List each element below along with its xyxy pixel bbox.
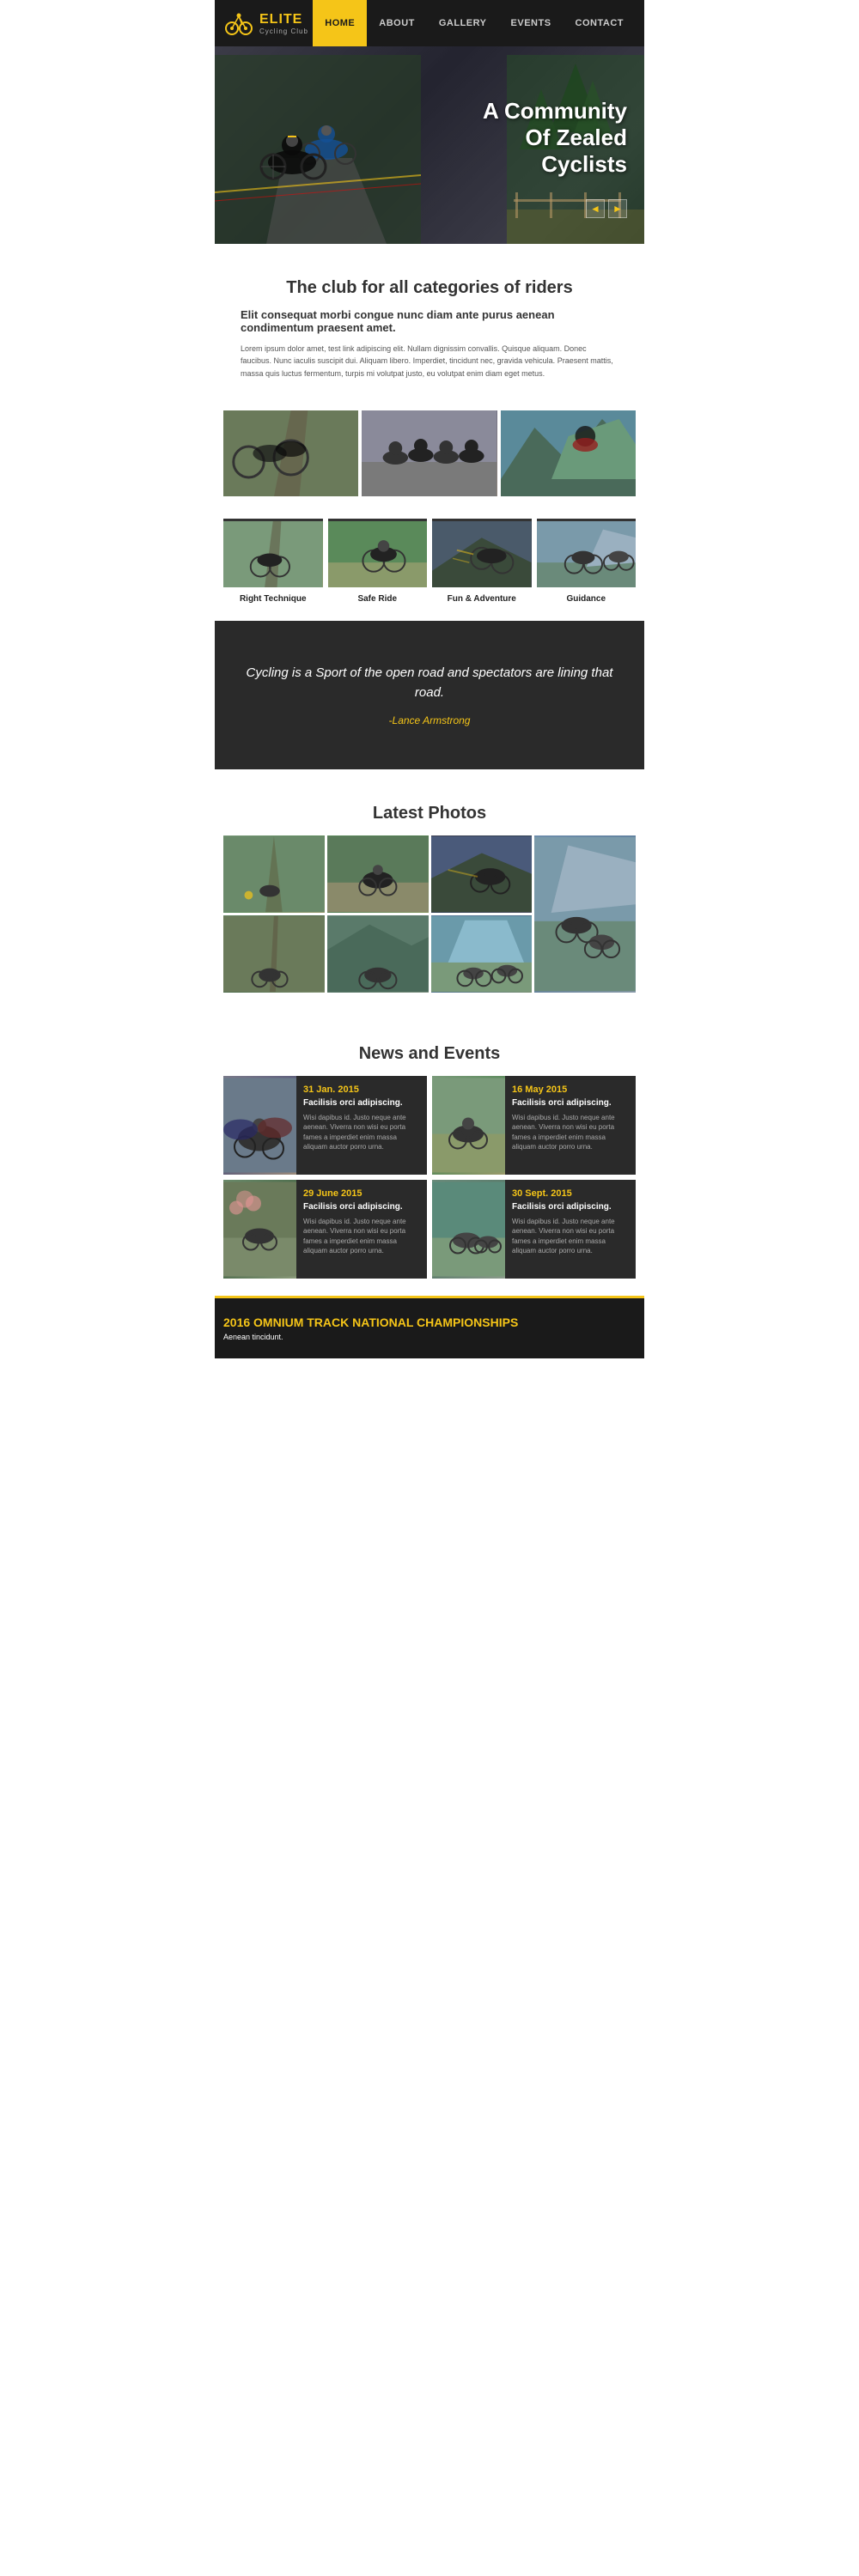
logo-icon (223, 8, 254, 39)
nav-contact[interactable]: CONTACT (564, 0, 636, 46)
news-body-2: Wisi dapibus id. Justo neque ante aenean… (303, 1217, 420, 1255)
mosaic-photo-2 (327, 835, 429, 913)
club-heading: The club for all categories of riders (241, 278, 618, 298)
news-title-0: Facilisis orci adipiscing. (303, 1098, 420, 1108)
technique-img-3 (537, 519, 637, 587)
technique-label-2: Fun & Adventure (432, 594, 532, 604)
hero-nav-arrows: ◄ ► (586, 199, 627, 218)
news-card-img-1 (432, 1076, 505, 1175)
news-date-2: 29 June 2015 (303, 1188, 420, 1199)
nav-events[interactable]: EVENTS (499, 0, 564, 46)
technique-img-1 (328, 519, 428, 587)
top-photo-grid (215, 397, 644, 510)
quote-section: Cycling is a Sport of the open road and … (215, 621, 644, 769)
nav-links: HOME ABOUT GALLERY EVENTS CONTACT (313, 0, 636, 46)
news-title-1: Facilisis orci adipiscing. (512, 1098, 629, 1108)
news-section: News and Events 31 Jan. 2015 Facilisis o… (215, 1010, 644, 1296)
hero-heading: A Community Of Zealed Cyclists (483, 98, 627, 179)
latest-photos-section: Latest Photos (215, 769, 644, 1010)
nav-gallery[interactable]: GALLERY (427, 0, 499, 46)
footer-banner: 2016 OMNIUM TRACK NATIONAL CHAMPIONSHIPS… (215, 1296, 644, 1358)
news-card-img-3 (432, 1180, 505, 1279)
mosaic-photo-6 (327, 915, 429, 993)
news-date-3: 30 Sept. 2015 (512, 1188, 629, 1199)
technique-img-0 (223, 519, 323, 587)
technique-grid: Right Technique Safe Ride (223, 519, 636, 604)
news-body-0: Wisi dapibus id. Justo neque ante aenean… (303, 1113, 420, 1151)
news-grid: 31 Jan. 2015 Facilisis orci adipiscing. … (223, 1076, 636, 1279)
technique-item-1: Safe Ride (328, 519, 428, 604)
news-card-body-1: 16 May 2015 Facilisis orci adipiscing. W… (505, 1076, 636, 1175)
news-date-0: 31 Jan. 2015 (303, 1084, 420, 1095)
mosaic-photo-1 (223, 835, 325, 913)
logo-title: ELITE (259, 12, 308, 27)
mosaic-photo-4 (534, 835, 636, 993)
mosaic-photo-3 (431, 835, 533, 913)
technique-item-2: Fun & Adventure (432, 519, 532, 604)
news-card-body-0: 31 Jan. 2015 Facilisis orci adipiscing. … (296, 1076, 427, 1175)
nav-home[interactable]: HOME (313, 0, 367, 46)
hero-section: A Community Of Zealed Cyclists ◄ ► (215, 46, 644, 244)
news-heading: News and Events (223, 1044, 636, 1064)
logo: ELITE Cycling Club (223, 8, 313, 39)
news-title-3: Facilisis orci adipiscing. (512, 1202, 629, 1212)
club-section: The club for all categories of riders El… (215, 244, 644, 397)
news-card-body-3: 30 Sept. 2015 Facilisis orci adipiscing.… (505, 1180, 636, 1279)
news-card-body-2: 29 June 2015 Facilisis orci adipiscing. … (296, 1180, 427, 1279)
technique-label-1: Safe Ride (328, 594, 428, 604)
footer-banner-heading: 2016 OMNIUM TRACK NATIONAL CHAMPIONSHIPS (223, 1315, 636, 1329)
quote-author: -Lance Armstrong (241, 714, 618, 726)
technique-label-0: Right Technique (223, 594, 323, 604)
quote-text: Cycling is a Sport of the open road and … (241, 664, 618, 702)
club-body: Lorem ipsum dolor amet, test link adipis… (241, 343, 618, 380)
hero-text: A Community Of Zealed Cyclists (483, 98, 627, 179)
news-card-3: 30 Sept. 2015 Facilisis orci adipiscing.… (432, 1180, 636, 1279)
photo-cell-1 (223, 410, 358, 496)
news-body-3: Wisi dapibus id. Justo neque ante aenean… (512, 1217, 629, 1255)
news-body-1: Wisi dapibus id. Justo neque ante aenean… (512, 1113, 629, 1151)
latest-photos-heading: Latest Photos (223, 804, 636, 823)
hero-illustration (215, 55, 421, 244)
news-card-img-2 (223, 1180, 296, 1279)
technique-img-2 (432, 519, 532, 587)
logo-subtitle: Cycling Club (259, 27, 308, 35)
photo-cell-2 (362, 410, 497, 496)
technique-item-0: Right Technique (223, 519, 323, 604)
logo-text: ELITE Cycling Club (259, 12, 308, 35)
news-title-2: Facilisis orci adipiscing. (303, 1202, 420, 1212)
mosaic-photo-5 (223, 915, 325, 993)
news-card-0: 31 Jan. 2015 Facilisis orci adipiscing. … (223, 1076, 427, 1175)
navbar: ELITE Cycling Club HOME ABOUT GALLERY EV… (215, 0, 644, 46)
mosaic-photo-7 (431, 915, 533, 993)
club-subtitle: Elit consequat morbi congue nunc diam an… (241, 308, 618, 334)
hero-next-arrow[interactable]: ► (608, 199, 627, 218)
news-card-img-0 (223, 1076, 296, 1175)
technique-label-3: Guidance (537, 594, 637, 604)
hero-prev-arrow[interactable]: ◄ (586, 199, 605, 218)
nav-about[interactable]: ABOUT (367, 0, 427, 46)
news-card-1: 16 May 2015 Facilisis orci adipiscing. W… (432, 1076, 636, 1175)
news-card-2: 29 June 2015 Facilisis orci adipiscing. … (223, 1180, 427, 1279)
technique-section: Right Technique Safe Ride (215, 510, 644, 621)
footer-banner-subtext: Aenean tincidunt. (223, 1333, 636, 1341)
photo-cell-3 (501, 410, 636, 496)
photo-mosaic (223, 835, 636, 993)
technique-item-3: Guidance (537, 519, 637, 604)
news-date-1: 16 May 2015 (512, 1084, 629, 1095)
